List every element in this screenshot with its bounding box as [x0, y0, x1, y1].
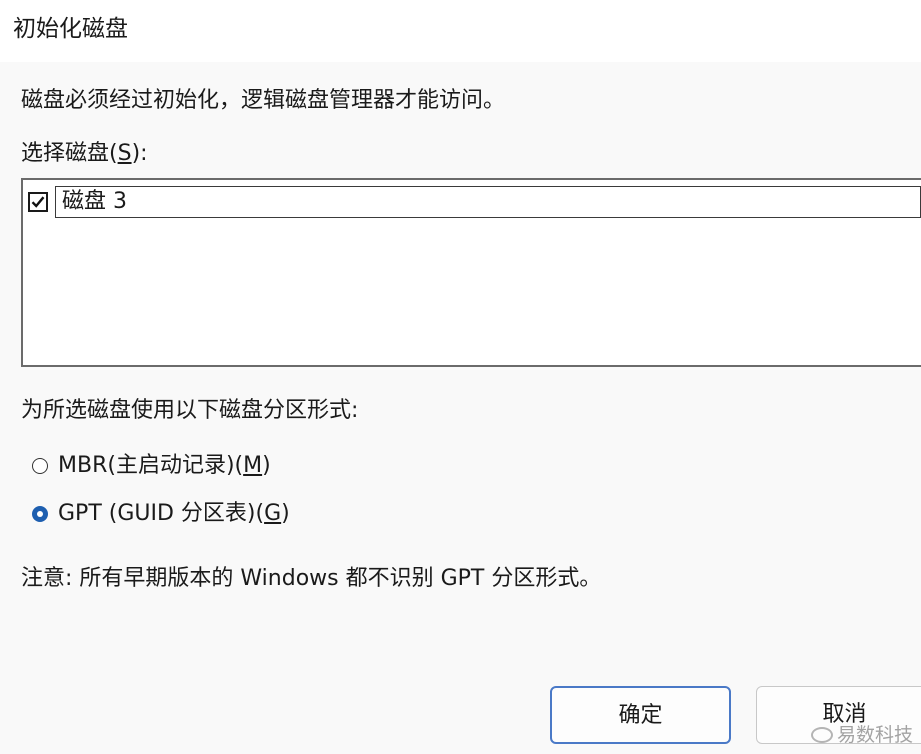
- gpt-radio[interactable]: [32, 506, 48, 522]
- compatibility-note: 注意: 所有早期版本的 Windows 都不识别 GPT 分区形式。: [21, 566, 602, 591]
- partition-style-label: 为所选磁盘使用以下磁盘分区形式:: [21, 398, 359, 423]
- gpt-label-suffix: ): [281, 501, 290, 526]
- mbr-label-prefix: MBR(主启动记录)(: [58, 453, 244, 478]
- checkmark-icon: [31, 196, 45, 208]
- title-bar: 初始化磁盘: [0, 0, 921, 62]
- disk-checkbox[interactable]: [28, 192, 48, 212]
- watermark-text: 易数科技: [836, 724, 913, 746]
- disk-item-focus-box: 磁盘 3: [55, 186, 921, 218]
- mbr-mnemonic: M: [243, 453, 263, 478]
- mbr-option-label[interactable]: MBR(主启动记录)(M): [58, 451, 271, 481]
- initialize-disk-dialog: 初始化磁盘 磁盘必须经过初始化，逻辑磁盘管理器才能访问。 选择磁盘(S): 磁盘…: [0, 0, 921, 754]
- gpt-label-prefix: GPT (GUID 分区表)(: [58, 501, 265, 526]
- mbr-radio[interactable]: [32, 458, 48, 474]
- select-disk-label-prefix: 选择磁盘(: [21, 141, 118, 166]
- gpt-option-label[interactable]: GPT (GUID 分区表)(G): [58, 499, 290, 529]
- watermark: 易数科技: [810, 722, 913, 748]
- disk-list-item[interactable]: 磁盘 3: [25, 186, 921, 218]
- disk-item-label: 磁盘 3: [62, 189, 127, 214]
- mbr-label-suffix: ): [262, 453, 271, 478]
- gpt-mnemonic: G: [264, 501, 282, 526]
- dialog-title: 初始化磁盘: [13, 16, 128, 42]
- ok-button[interactable]: 确定: [550, 686, 731, 744]
- weibo-icon: [810, 727, 833, 743]
- select-disk-mnemonic: S: [117, 141, 132, 166]
- disk-listbox[interactable]: 磁盘 3: [21, 178, 921, 367]
- select-disk-label: 选择磁盘(S):: [21, 139, 148, 169]
- intro-text: 磁盘必须经过初始化，逻辑磁盘管理器才能访问。: [21, 88, 506, 113]
- select-disk-label-suffix: ):: [131, 141, 148, 166]
